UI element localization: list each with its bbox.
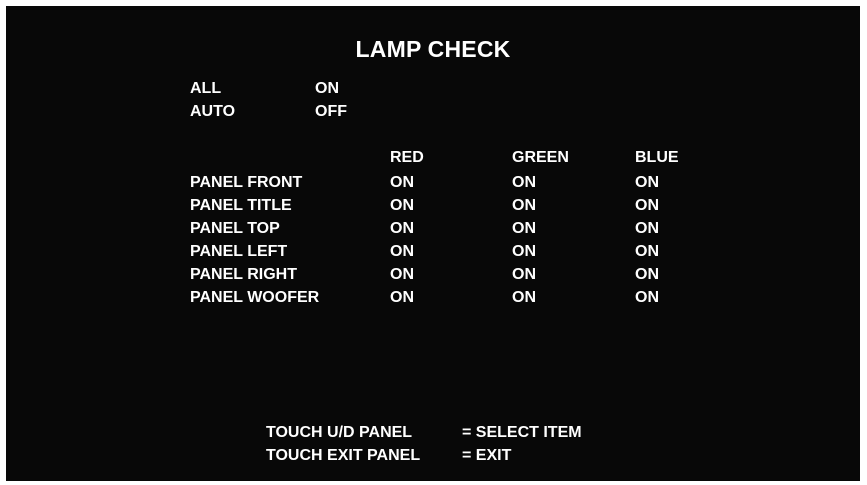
panel-row-woofer[interactable]: PANEL WOOFER ON ON ON [6, 289, 860, 311]
panel-name: PANEL WOOFER [190, 289, 320, 306]
global-value-auto: OFF [315, 103, 347, 120]
panel-blue-state: ON [635, 174, 659, 191]
panel-red-state: ON [390, 266, 414, 283]
instruction-action: = SELECT ITEM [462, 424, 582, 441]
panel-blue-state: ON [635, 289, 659, 306]
panel-blue-state: ON [635, 220, 659, 237]
panel-red-state: ON [390, 220, 414, 237]
global-label-all: ALL [190, 80, 222, 97]
panel-green-state: ON [512, 289, 536, 306]
panel-name: PANEL RIGHT [190, 266, 297, 283]
panel-red-state: ON [390, 243, 414, 260]
column-header-red: RED [390, 149, 424, 166]
panel-green-state: ON [512, 220, 536, 237]
lamp-check-screen: LAMP CHECK ALL ON AUTO OFF RED GREEN BLU… [6, 6, 860, 481]
panel-red-state: ON [390, 174, 414, 191]
panel-name: PANEL LEFT [190, 243, 288, 260]
panel-row-front[interactable]: PANEL FRONT ON ON ON [6, 174, 860, 196]
panel-row-left[interactable]: PANEL LEFT ON ON ON [6, 243, 860, 265]
column-header-green: GREEN [512, 149, 569, 166]
panel-name: PANEL FRONT [190, 174, 303, 191]
panel-name: PANEL TITLE [190, 197, 292, 214]
column-header-blue: BLUE [635, 149, 679, 166]
panel-red-state: ON [390, 289, 414, 306]
panel-blue-state: ON [635, 197, 659, 214]
panel-green-state: ON [512, 174, 536, 191]
global-label-auto: AUTO [190, 103, 236, 120]
panel-row-right[interactable]: PANEL RIGHT ON ON ON [6, 266, 860, 288]
panel-row-top[interactable]: PANEL TOP ON ON ON [6, 220, 860, 242]
panel-row-title[interactable]: PANEL TITLE ON ON ON [6, 197, 860, 219]
instruction-action: = EXIT [462, 447, 512, 464]
panel-green-state: ON [512, 266, 536, 283]
panel-blue-state: ON [635, 266, 659, 283]
global-value-all: ON [315, 80, 339, 97]
panel-red-state: ON [390, 197, 414, 214]
instruction-key: TOUCH U/D PANEL [266, 424, 413, 441]
page-title: LAMP CHECK [355, 36, 511, 62]
panel-green-state: ON [512, 197, 536, 214]
panel-green-state: ON [512, 243, 536, 260]
panel-blue-state: ON [635, 243, 659, 260]
instruction-key: TOUCH EXIT PANEL [266, 447, 421, 464]
panel-name: PANEL TOP [190, 220, 280, 237]
